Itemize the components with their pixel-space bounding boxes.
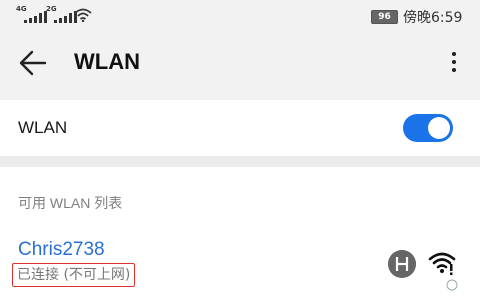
app-header: WLAN [0,34,480,92]
wifi-warning-icon [428,252,456,275]
divider [0,156,480,167]
watermark-logo [446,276,476,294]
connection-status: 已连接 (不可上网) [12,263,136,287]
arrow-left-icon[interactable] [18,49,48,77]
hotspot-icon [388,250,416,278]
clock: 傍晚6:59 [403,10,463,26]
toggle-knob [428,117,450,139]
network-ssid: Chris2738 [18,239,105,260]
battery-level: 96 [378,12,391,22]
page-title: WLAN [74,49,140,74]
wifi-icon [74,8,92,22]
section-title: 可用 WLAN 列表 [18,195,123,211]
wlan-toggle-switch[interactable] [403,114,453,142]
wlan-toggle-row[interactable]: WLAN [0,100,480,156]
network-list-item[interactable]: Chris2738 已连接 (不可上网) [0,230,480,300]
divider [0,92,480,100]
battery-icon: 96 [371,10,398,24]
more-vertical-icon[interactable] [446,48,462,78]
status-bar: 4G 2G 96 傍晚6:59 [0,0,480,34]
wlan-toggle-label: WLAN [18,118,68,137]
